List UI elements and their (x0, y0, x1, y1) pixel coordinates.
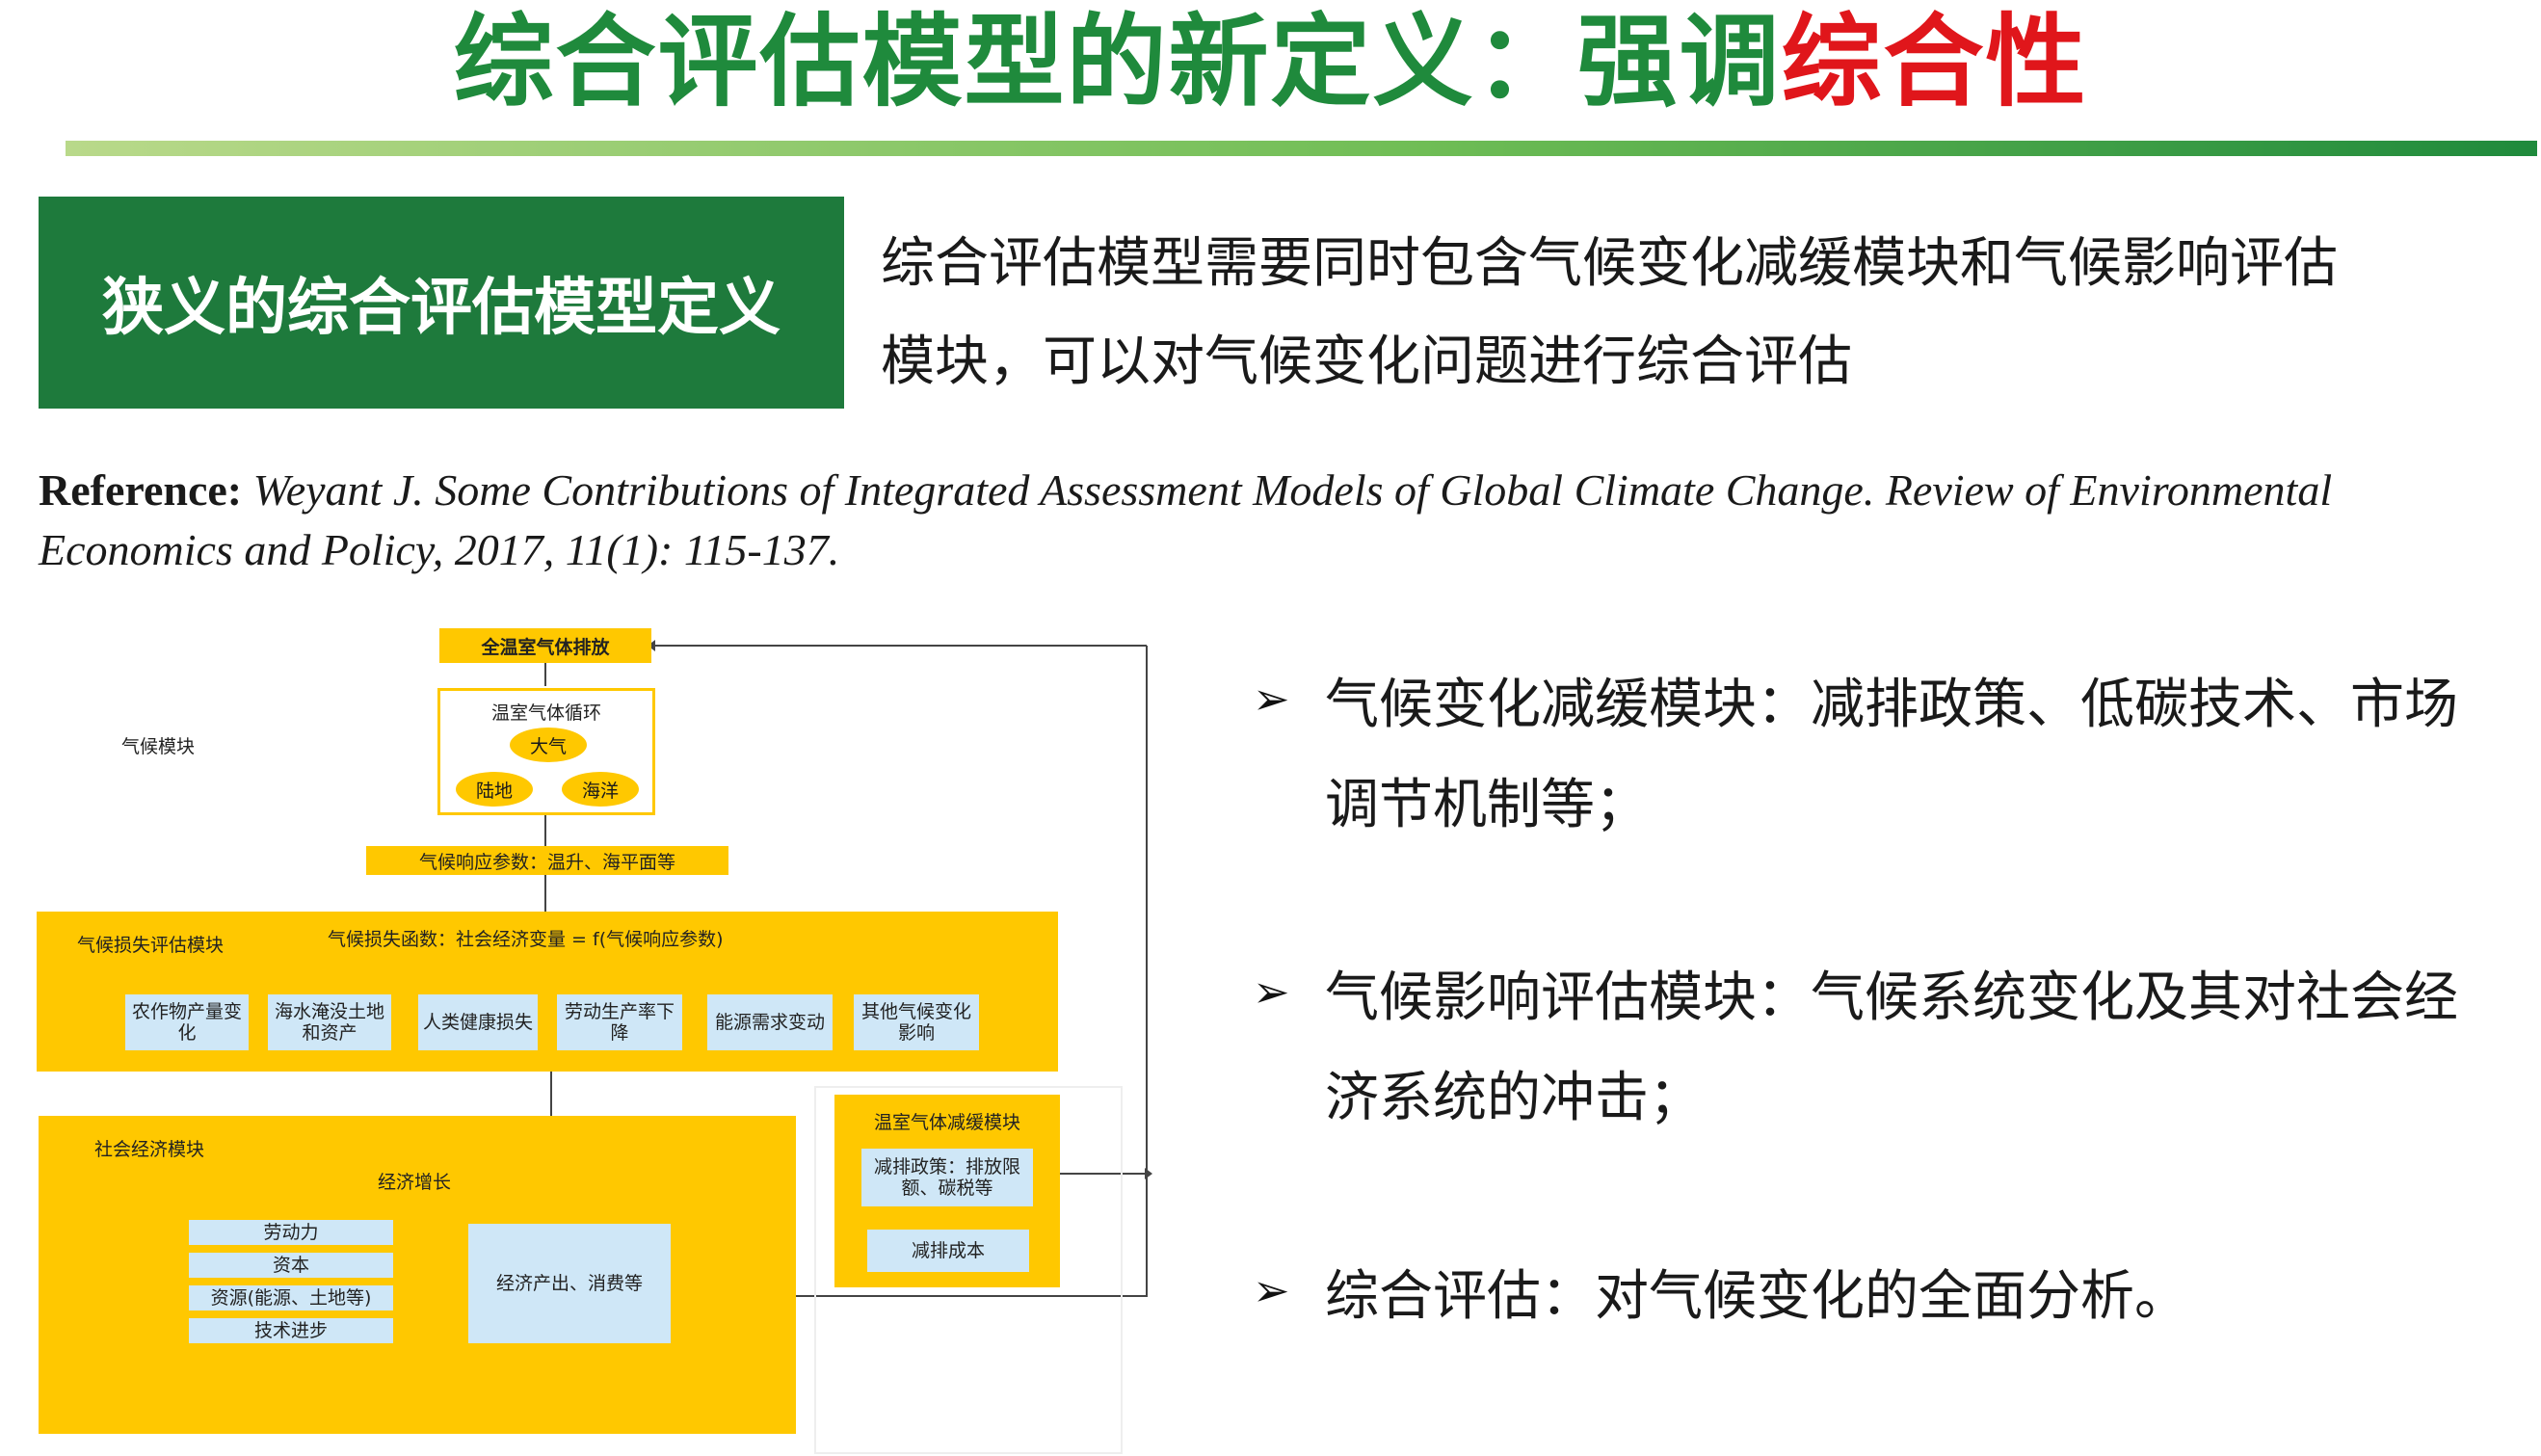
impact-item: 农作物产量变化 (125, 994, 249, 1050)
mitigation-module-label: 温室气体减缓模块 (873, 1112, 1020, 1133)
input-arrows (403, 1224, 459, 1349)
title-underline (66, 141, 2537, 156)
impact-item: 人类健康损失 (418, 994, 538, 1050)
ghg-cycle-label: 温室气体循环 (490, 702, 601, 724)
bullet-2-line-2: 济系统的冲击； (1325, 1067, 1703, 1129)
reference-text: Weyant J. Some Contributions of Integrat… (39, 465, 2333, 574)
input-item: 资本 (189, 1253, 393, 1278)
land-node: 陆地 (454, 770, 535, 808)
ocean-node: 海洋 (560, 770, 641, 808)
mitigation-module: 温室气体减缓模块 减排政策：排放限额、碳税等 减排成本 (834, 1095, 1060, 1287)
ghg-emission-box: 全温室气体排放 (439, 628, 651, 663)
definition-line-1: 综合评估模型需要同时包含气候变化减缓模块和气候影响评估 (881, 232, 2338, 295)
bullet-1-line-2: 调节机制等； (1325, 774, 1649, 836)
reference: Reference: Weyant J. Some Contributions … (39, 461, 2428, 580)
bullet-1-line-1: 气候变化减缓模块：减排政策、低碳技术、市场 (1325, 674, 2458, 736)
page-title: 综合评估模型的新定义：强调综合性 (0, 4, 2541, 119)
climate-module-label: 气候模块 (121, 736, 196, 757)
mitigation-policy-box: 减排政策：排放限额、碳税等 (861, 1149, 1033, 1206)
bullet-2-line-1: 气候影响评估模块：气候系统变化及其对社会经 (1325, 966, 2458, 1029)
ghg-cycle-box: 温室气体循环 大气 陆地 海洋 (437, 688, 655, 815)
reference-label: Reference: (39, 465, 243, 515)
impact-item: 其他气候变化影响 (854, 994, 979, 1050)
climate-params-box: 气候响应参数：温升、海平面等 (366, 846, 728, 875)
impact-item: 海水淹没土地和资产 (268, 994, 391, 1050)
socio-module-label: 社会经济模块 (94, 1139, 205, 1160)
input-item: 劳动力 (189, 1220, 393, 1245)
damage-module-label: 气候损失评估模块 (77, 935, 225, 956)
impact-item: 能源需求变动 (707, 994, 833, 1050)
atmosphere-node: 大气 (508, 726, 589, 764)
bullet-arrow-icon: ➢ (1253, 1264, 1290, 1316)
socio-economic-module: 社会经济模块 经济增长 劳动力 资本 资源(能源、土地等) 技术进步 经济产出、… (39, 1116, 796, 1434)
impact-item: 劳动生产率下降 (557, 994, 682, 1050)
title-highlight: 综合性 (1781, 3, 2088, 120)
bullet-arrow-icon: ➢ (1253, 673, 1290, 725)
bullet-3-line-1: 综合评估：对气候变化的全面分析。 (1325, 1265, 2188, 1328)
input-item: 技术进步 (189, 1318, 393, 1343)
damage-module: 气候损失评估模块 气候损失函数：社会经济变量 = f(气候响应参数) 农作物产量… (37, 912, 1058, 1072)
title-main: 综合评估模型的新定义：强调 (453, 3, 1782, 120)
damage-function: 气候损失函数：社会经济变量 = f(气候响应参数) (328, 929, 724, 950)
bullet-arrow-icon: ➢ (1253, 966, 1290, 1018)
econ-output-box: 经济产出、消费等 (468, 1224, 671, 1343)
definition-box: 狭义的综合评估模型定义 (39, 197, 844, 409)
input-item: 资源(能源、土地等) (189, 1285, 393, 1310)
abatement-cost-box: 减排成本 (867, 1230, 1029, 1272)
definition-line-2: 模块，可以对气候变化问题进行综合评估 (881, 331, 1852, 393)
econ-growth-label: 经济增长 (378, 1172, 452, 1193)
